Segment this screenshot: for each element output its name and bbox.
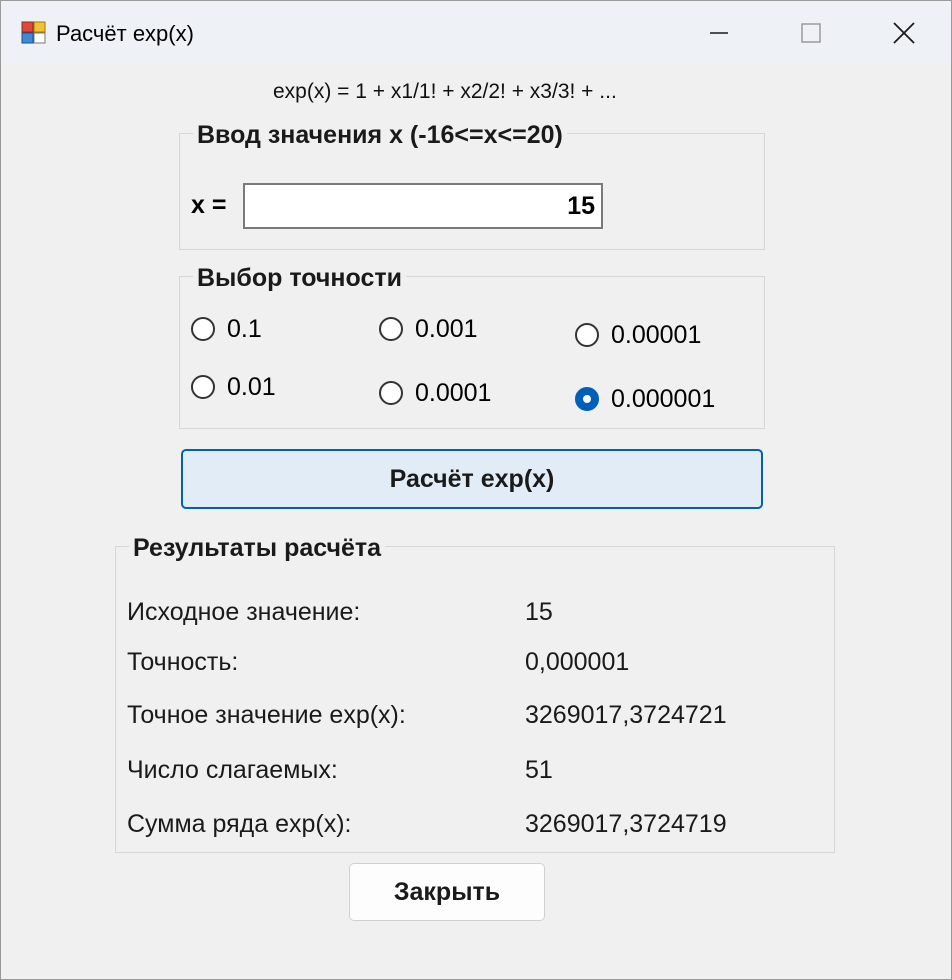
- radio-circle: [575, 323, 599, 347]
- radio-0-1[interactable]: 0.1: [191, 314, 262, 344]
- radio-circle: [191, 317, 215, 341]
- x-input[interactable]: [243, 183, 603, 229]
- minimize-button[interactable]: [695, 13, 743, 53]
- title-bar[interactable]: Расчёт exp(x): [1, 1, 951, 63]
- initial-value: 15: [525, 598, 553, 626]
- maximize-icon: [801, 23, 821, 43]
- results-group-caption: Результаты расчёта: [129, 534, 386, 562]
- maximize-button[interactable]: [787, 13, 835, 53]
- series-formula: exp(x) = 1 + x1/1! + x2/2! + x3/3! + ...: [273, 80, 617, 103]
- precision-group-caption: Выбор точности: [193, 264, 406, 292]
- exact-value-label: Точное значение exp(x):: [127, 701, 406, 729]
- window-title: Расчёт exp(x): [56, 21, 194, 46]
- radio-label: 0.01: [227, 373, 276, 401]
- radio-label: 0.0001: [415, 379, 492, 407]
- radio-0-0001[interactable]: 0.0001: [379, 378, 491, 408]
- close-button[interactable]: Закрыть: [349, 863, 545, 921]
- radio-label: 0.00001: [611, 321, 702, 349]
- radio-circle: [379, 317, 403, 341]
- radio-circle-selected: [575, 387, 599, 411]
- input-group-caption: Ввод значения x (-16<=x<=20): [193, 121, 567, 149]
- radio-circle: [379, 381, 403, 405]
- close-window-button[interactable]: [879, 13, 927, 53]
- results-groupbox: [115, 546, 835, 853]
- close-icon: [893, 22, 915, 44]
- app-icon: [21, 21, 47, 45]
- radio-label: 0.1: [227, 315, 262, 343]
- precision-label: Точность:: [127, 648, 239, 676]
- exact-value: 3269017,3724721: [525, 701, 727, 729]
- minimize-icon: [710, 32, 728, 34]
- x-label: x =: [191, 191, 227, 219]
- series-sum-label: Сумма ряда exp(x):: [127, 810, 352, 838]
- radio-label: 0.000001: [611, 385, 716, 413]
- terms-count-value: 51: [525, 756, 553, 784]
- radio-0-000001[interactable]: 0.000001: [575, 384, 715, 414]
- radio-0-01[interactable]: 0.01: [191, 372, 276, 402]
- terms-count-label: Число слагаемых:: [127, 756, 338, 784]
- radio-circle: [191, 375, 215, 399]
- radio-label: 0.001: [415, 315, 478, 343]
- precision-value: 0,000001: [525, 648, 630, 676]
- calculate-button[interactable]: Расчёт exp(x): [181, 449, 763, 509]
- initial-value-label: Исходное значение:: [127, 598, 361, 626]
- series-sum-value: 3269017,3724719: [525, 810, 727, 838]
- radio-0-00001[interactable]: 0.00001: [575, 320, 701, 350]
- radio-0-001[interactable]: 0.001: [379, 314, 478, 344]
- app-window: Расчёт exp(x) exp(x) = 1 + x1/1! + x2/2!…: [0, 0, 952, 980]
